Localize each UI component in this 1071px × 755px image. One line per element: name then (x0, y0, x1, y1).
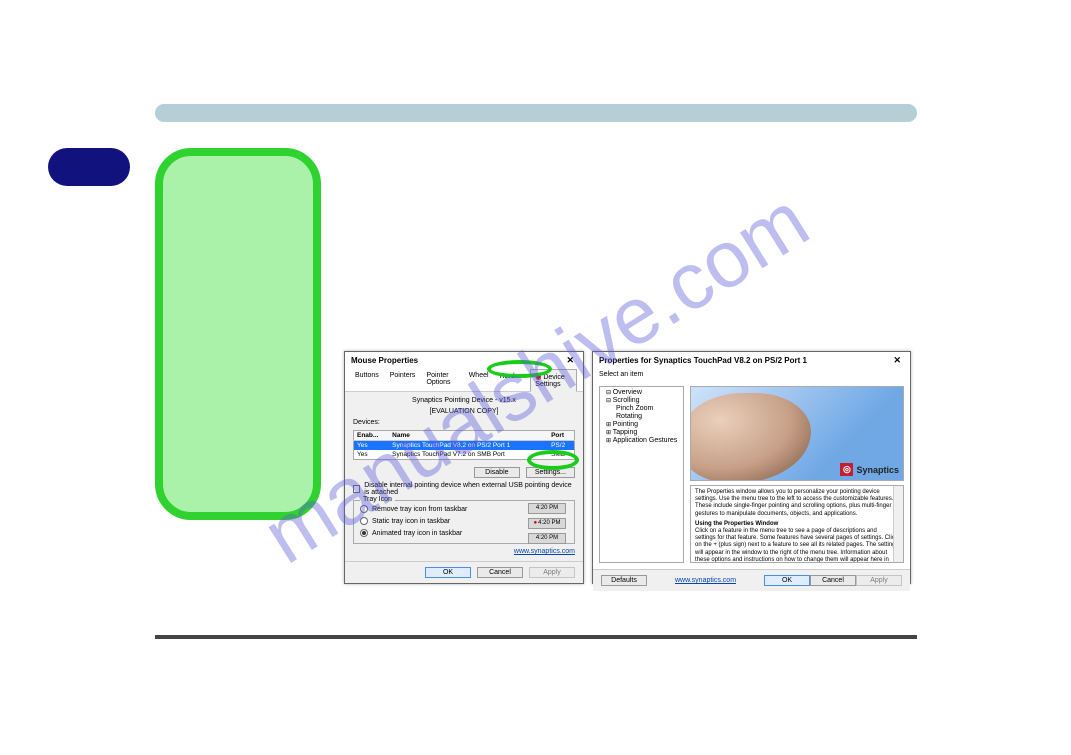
tab-device-settings[interactable]: ◉ Device Settings (530, 369, 577, 392)
tray-time-1: 4:20 PM (528, 503, 566, 514)
select-item-label: Select an item (593, 369, 910, 380)
feature-tree[interactable]: Overview Scrolling Pinch Zoom Rotating P… (599, 386, 684, 563)
touchpad-properties-dialog: Properties for Synaptics TouchPad V8.2 o… (592, 351, 911, 584)
cancel-button[interactable]: Cancel (810, 575, 856, 586)
tree-item-app-gestures[interactable]: Application Gestures (602, 437, 681, 445)
settings-button[interactable]: Settings... (526, 467, 575, 478)
top-separator-bar (155, 104, 917, 122)
ok-button[interactable]: OK (425, 567, 471, 578)
checkbox-icon (353, 485, 360, 493)
apply-button: Apply (856, 575, 902, 586)
info-box: The Properties window allows you to pers… (690, 485, 904, 563)
usb-disable-checkbox[interactable]: Disable internal pointing device when ex… (353, 482, 575, 496)
table-header: Enab... Name Port (354, 431, 575, 441)
dialog-body: Synaptics Pointing Device - v15.x [EVALU… (345, 392, 583, 561)
dialog-title: Mouse Properties (351, 356, 418, 365)
tree-item-pointing[interactable]: Pointing (602, 421, 681, 429)
radio-icon (360, 517, 368, 525)
cancel-button[interactable]: Cancel (477, 567, 523, 578)
synaptics-logo-text: Synaptics (856, 465, 899, 475)
tray-time-3: 4:20 PM (528, 533, 566, 544)
table-row[interactable]: Yes Synaptics TouchPad V8.2 on PS/2 Port… (354, 441, 575, 451)
tab-strip: Buttons Pointers Pointer Options Wheel H… (345, 369, 583, 392)
tray-time-2: 4:20 PM (528, 518, 566, 529)
dialog-titlebar: Mouse Properties ✕ (345, 352, 583, 369)
page-number-pill (48, 148, 130, 186)
tab-hardware[interactable]: Hardw▸ (496, 369, 528, 391)
tab-wheel[interactable]: Wheel (465, 369, 493, 391)
dialog-body: Overview Scrolling Pinch Zoom Rotating P… (593, 380, 910, 569)
close-icon[interactable]: ✕ (563, 355, 577, 366)
green-sidebar-box (155, 148, 321, 520)
apply-button: Apply (529, 567, 575, 578)
info-heading: Using the Properties Window (695, 521, 899, 528)
tree-item-rotating[interactable]: Rotating (602, 413, 681, 421)
preview-image: ◎ Synaptics (690, 386, 904, 481)
dialog-footer: Defaults www.synaptics.com OK Cancel App… (593, 569, 910, 591)
close-icon[interactable]: ✕ (890, 355, 904, 365)
disable-button[interactable]: Disable (474, 467, 520, 478)
col-name: Name (389, 431, 548, 441)
tab-buttons[interactable]: Buttons (351, 369, 383, 391)
eval-copy-label: [EVALUATION COPY] (353, 408, 575, 415)
col-port: Port (548, 431, 574, 441)
usb-disable-label: Disable internal pointing device when ex… (364, 482, 575, 496)
scrollbar[interactable] (893, 486, 903, 562)
tray-group-title: Tray Icon (360, 496, 395, 503)
tray-time-column: 4:20 PM 4:20 PM 4:20 PM (528, 503, 566, 544)
synaptics-tab-icon: ◉ (535, 374, 541, 381)
synaptics-logo: ◎ Synaptics (840, 463, 899, 476)
tab-pointer-options[interactable]: Pointer Options (422, 369, 461, 391)
col-enabled: Enab... (354, 431, 390, 441)
synaptics-link[interactable]: www.synaptics.com (514, 548, 575, 555)
tree-item-tapping[interactable]: Tapping (602, 429, 681, 437)
right-pane: ◎ Synaptics The Properties window allows… (690, 386, 904, 563)
tree-item-overview[interactable]: Overview (602, 389, 681, 397)
dialog-titlebar: Properties for Synaptics TouchPad V8.2 o… (593, 352, 910, 369)
table-row[interactable]: Yes Synaptics TouchPad V7.2 on SMB Port … (354, 450, 575, 460)
tab-pointers[interactable]: Pointers (386, 369, 420, 391)
dialog-footer: OK Cancel Apply (345, 561, 583, 583)
device-button-row: Disable Settings... (353, 467, 575, 478)
synaptics-link[interactable]: www.synaptics.com (675, 577, 736, 584)
driver-heading: Synaptics Pointing Device - v15.x (353, 397, 575, 404)
info-paragraph-2: Click on a feature in the menu tree to s… (695, 528, 899, 563)
synaptics-logo-icon: ◎ (840, 463, 853, 476)
finger-graphic (690, 393, 811, 481)
dialog-title: Properties for Synaptics TouchPad V8.2 o… (599, 356, 807, 365)
ok-button[interactable]: OK (764, 575, 810, 586)
mouse-properties-dialog: Mouse Properties ✕ Buttons Pointers Poin… (344, 351, 584, 584)
info-paragraph-1: The Properties window allows you to pers… (695, 489, 899, 518)
tree-item-scrolling[interactable]: Scrolling (602, 397, 681, 405)
tree-item-pinch-zoom[interactable]: Pinch Zoom (602, 405, 681, 413)
bottom-divider (155, 635, 917, 639)
radio-icon (360, 505, 368, 513)
radio-icon (360, 529, 368, 537)
tray-icon-group: Tray Icon Remove tray icon from taskbar … (353, 500, 575, 544)
defaults-button[interactable]: Defaults (601, 575, 647, 586)
devices-table[interactable]: Enab... Name Port Yes Synaptics TouchPad… (353, 430, 575, 460)
devices-label: Devices: (353, 419, 575, 426)
